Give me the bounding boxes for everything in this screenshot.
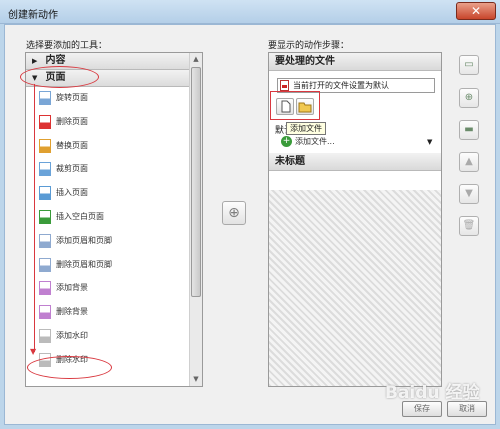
file-option-label: 当前打开的文件设置为默认 <box>293 81 389 90</box>
dropdown-icon[interactable]: ▼ <box>427 138 432 146</box>
tool-label: 插入页面 <box>56 188 88 198</box>
move-up-button[interactable]: ▲ <box>459 152 479 172</box>
tool-label: 添加水印 <box>56 331 88 340</box>
steps-heading: 要显示的动作步骤： <box>268 41 350 51</box>
tool-label: 裁剪页面 <box>56 164 88 174</box>
crop-page-icon <box>39 162 51 177</box>
highlight-file-buttons <box>270 91 320 120</box>
add-step-button[interactable]: ▭ <box>459 55 479 75</box>
window-title: 创建新动作 <box>8 10 58 21</box>
remove-background-icon <box>39 305 51 320</box>
replace-page-icon <box>39 138 51 153</box>
move-down-button[interactable]: ▼ <box>459 184 479 204</box>
delete-step-button[interactable]: 🗑 <box>459 216 479 236</box>
add-group-button[interactable]: ⊕ <box>459 88 479 108</box>
cancel-button[interactable]: 取消 <box>447 401 487 417</box>
scroll-down-icon[interactable]: ▼ <box>190 373 202 385</box>
rotate-page-icon <box>39 91 51 105</box>
tool-label: 删除页面 <box>56 116 88 126</box>
delete-page-icon <box>39 114 51 129</box>
title-bar: 创建新动作 ✕ <box>0 0 500 24</box>
watermark-logo: Baidu 经验 <box>385 383 480 403</box>
tools-heading: 选择要添加的工具： <box>26 41 108 51</box>
tool-label: 添加页眉和页脚 <box>56 235 112 245</box>
scrollbar-thumb[interactable] <box>191 67 201 297</box>
tooltip: 添加文件 <box>286 122 326 135</box>
tools-scrollbar[interactable]: ▲ ▼ <box>189 53 202 386</box>
add-watermark-icon <box>39 329 51 343</box>
empty-steps-area <box>269 190 441 386</box>
tool-item[interactable]: 删除背景 <box>36 303 186 321</box>
highlight-pages-category <box>20 66 99 88</box>
annotation-line <box>34 84 35 352</box>
scroll-up-icon[interactable]: ▲ <box>190 53 202 65</box>
insert-step-icon: ▭ <box>464 59 474 70</box>
tool-item[interactable]: 添加水印 <box>36 327 186 345</box>
tool-label: 删除背景 <box>56 307 88 317</box>
insert-blank-page-icon <box>39 210 51 224</box>
highlight-remove-watermark <box>27 356 112 379</box>
close-button[interactable]: ✕ <box>456 2 496 20</box>
add-to-steps-button[interactable]: ⊕ <box>222 201 246 225</box>
tool-label: 替换页面 <box>56 140 88 150</box>
add-files-label: 添加文件... <box>295 137 335 146</box>
tool-label: 插入空白页面 <box>56 212 104 221</box>
tool-label: 旋转页面 <box>56 93 88 102</box>
add-instruction-button[interactable]: ▬ <box>459 120 479 140</box>
tool-item[interactable]: 添加页眉和页脚 <box>36 232 186 250</box>
tools-list: ▶ 内容 ▼ 页面 旋转页面 删除页面 替换页面 裁剪页面 插入页面 插入空白页面 添加页眉… <box>25 52 203 387</box>
remove-header-footer-icon <box>39 257 51 272</box>
pdf-icon <box>280 80 289 91</box>
insert-page-icon <box>39 186 51 201</box>
tool-item[interactable]: 裁剪页面 <box>36 160 186 178</box>
add-arrow-icon: ⊕ <box>228 205 240 221</box>
tool-item[interactable]: 旋转页面 <box>36 89 186 107</box>
tool-item[interactable]: 替换页面 <box>36 137 186 155</box>
save-button[interactable]: 保存 <box>402 401 442 417</box>
add-files-option[interactable]: + 添加文件... <box>281 136 335 147</box>
tool-item[interactable]: 插入空白页面 <box>36 208 186 226</box>
tool-label: 添加背景 <box>56 283 88 293</box>
add-background-icon <box>39 281 51 296</box>
move-up-icon: ▲ <box>465 156 473 167</box>
tool-label: 删除页眉和页脚 <box>56 259 112 269</box>
tool-item[interactable]: 删除页面 <box>36 113 186 131</box>
untitled-section-header[interactable]: 未标题 <box>269 153 441 171</box>
tool-item[interactable]: 插入页面 <box>36 184 186 202</box>
trash-icon: 🗑 <box>462 220 476 231</box>
add-header-footer-icon <box>39 233 51 248</box>
move-down-icon: ▼ <box>465 188 473 199</box>
files-section-header[interactable]: 要处理的文件 <box>269 53 441 71</box>
add-panel-icon: ⊕ <box>464 92 474 103</box>
annotation-arrow-icon: ▼ <box>30 347 37 356</box>
category-label: 内容 <box>45 55 66 66</box>
tool-item[interactable]: 添加背景 <box>36 279 186 297</box>
tool-item[interactable]: 删除页眉和页脚 <box>36 256 186 274</box>
instruction-icon: ▬ <box>464 124 474 135</box>
plus-icon: + <box>281 136 292 147</box>
